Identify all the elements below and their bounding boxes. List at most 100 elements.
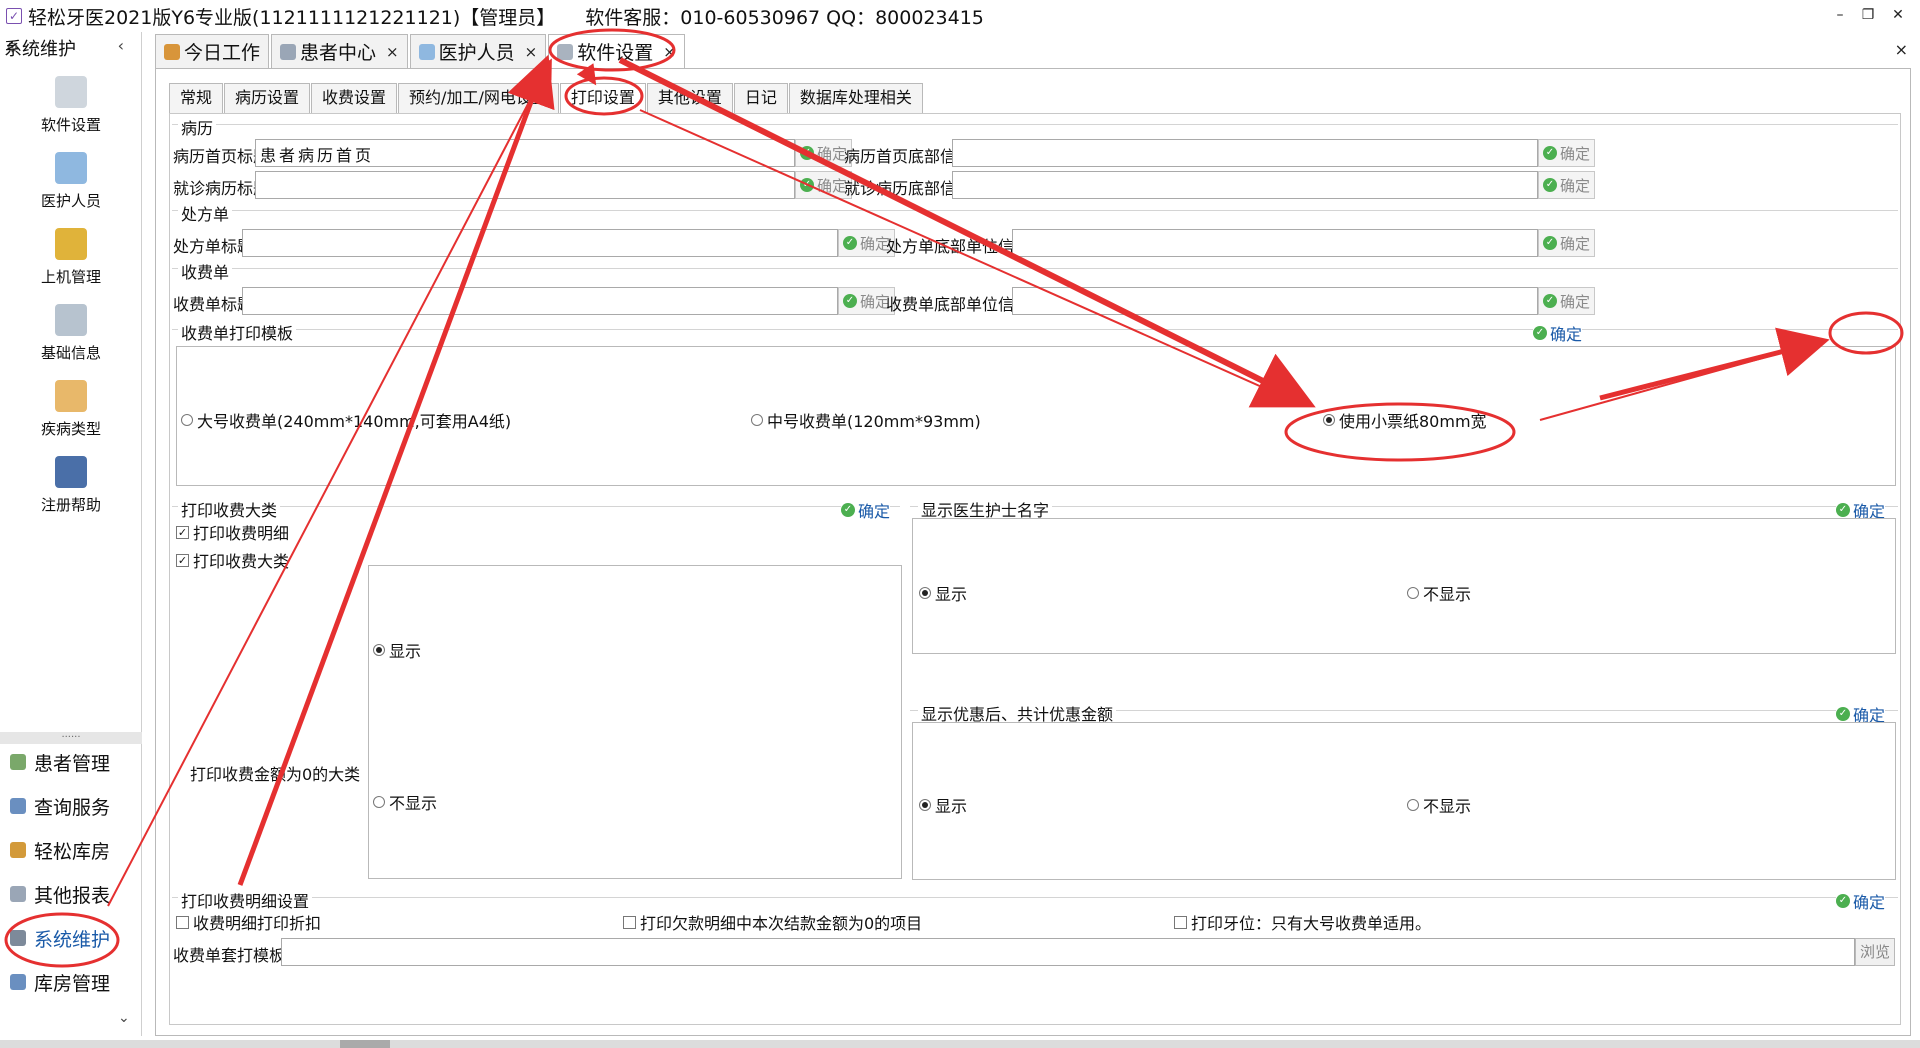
sidebar-splitter[interactable]: ...... [0, 730, 142, 744]
zero-category-show-radio[interactable]: 显示 [373, 638, 421, 662]
detail-settings-ok-button[interactable]: ✓ 确定 [1836, 889, 1886, 913]
ok-label: 确定 [817, 176, 848, 195]
nav-item-patient-management[interactable]: 患者管理 [0, 744, 142, 780]
close-icon[interactable]: × [386, 43, 399, 61]
print-detail-checkbox[interactable]: ✓ 打印收费明细 [176, 520, 289, 544]
tab-software-settings[interactable]: 软件设置 × [548, 34, 685, 68]
prescription-footer-input[interactable] [1012, 229, 1538, 257]
tab-patient-center[interactable]: 患者中心 × [271, 34, 408, 68]
subtab-other[interactable]: 其他设置 [646, 83, 733, 113]
tab-label: 患者中心 [300, 42, 377, 64]
check-icon: ✓ [800, 146, 814, 160]
nav-item-other-reports[interactable]: 其他报表 [0, 876, 142, 912]
tab-label: 今日工作 [184, 42, 261, 64]
receipt-template-path-input[interactable] [281, 938, 1855, 966]
check-icon: ✓ [843, 236, 857, 250]
sidebar-item-software-settings[interactable]: 软件设置 [0, 76, 142, 148]
storage-icon [10, 974, 26, 990]
prescription-title-input[interactable] [242, 229, 838, 257]
zero-category-hide-radio[interactable]: 不显示 [373, 790, 437, 814]
scrollbar-thumb[interactable] [340, 1040, 390, 1048]
receipt-footer-ok-button[interactable]: ✓ 确定 [1538, 287, 1596, 315]
gear-icon [10, 930, 26, 946]
receipt-footer-input[interactable] [1012, 287, 1538, 315]
radio-circle [373, 796, 385, 808]
print-category-checkbox[interactable]: ✓ 打印收费大类 [176, 548, 289, 572]
doctor-name-show-radio[interactable]: 显示 [919, 581, 967, 605]
nav-item-label: 轻松库房 [34, 840, 111, 863]
sidebar: ⚙ 系统维护 ‹ 软件设置 医护人员 上机管理 基础信息 疾病类型 注册帮助 .… [0, 32, 142, 1036]
sidebar-item-disease-types[interactable]: 疾病类型 [0, 380, 142, 452]
subtab-appointment[interactable]: 预约/加工/网电设置 [398, 83, 559, 113]
doctor-name-hide-radio[interactable]: 不显示 [1407, 581, 1471, 605]
radio-circle [373, 644, 385, 656]
section-title-prescription: 处方单 [178, 201, 233, 225]
sidebar-item-label: 注册帮助 [40, 496, 101, 514]
section-divider [172, 268, 1898, 269]
prescription-footer-ok-button[interactable]: ✓ 确定 [1538, 229, 1596, 257]
receipt-template-label: 收费单套打模板 [173, 946, 286, 965]
doctor-name-group: 显示 不显示 [912, 518, 1896, 654]
subtab-database[interactable]: 数据库处理相关 [788, 83, 923, 113]
visit-title-input[interactable] [255, 171, 795, 199]
receipt-footer-label: 收费单底部单位信息 [886, 295, 1031, 314]
subtab-charge[interactable]: 收费设置 [311, 83, 398, 113]
nav-item-warehouse[interactable]: 轻松库房 [0, 832, 142, 868]
visit-footer-ok-button[interactable]: ✓ 确定 [1538, 171, 1596, 199]
check-icon: ✓ [1543, 294, 1557, 308]
template-ok-button[interactable]: ✓ 确定 [1533, 321, 1583, 345]
visit-footer-input[interactable] [952, 171, 1538, 199]
template-option-medium[interactable]: 中号收费单(120mm*93mm) [751, 408, 981, 432]
nav-item-storage-management[interactable]: 库房管理 [0, 964, 142, 1000]
close-all-tabs-icon[interactable]: × [1895, 40, 1908, 59]
nav-item-label: 系统维护 [34, 928, 111, 951]
close-icon[interactable]: × [525, 43, 538, 61]
horizontal-scrollbar[interactable] [0, 1040, 1920, 1048]
checkbox-label: 打印收费明细 [193, 524, 290, 543]
home-footer-ok-button[interactable]: ✓ 确定 [1538, 139, 1596, 167]
radio-circle [751, 414, 763, 426]
print-zero-debt-checkbox[interactable]: 打印欠款明细中本次结款金额为0的项目 [623, 910, 922, 934]
tab-staff[interactable]: 医护人员 × [409, 34, 547, 68]
sidebar-item-label: 基础信息 [40, 344, 101, 362]
lock-icon [55, 228, 87, 260]
nav-item-system-maintenance[interactable]: 系统维护 [0, 920, 142, 956]
print-tooth-position-checkbox[interactable]: 打印牙位：只有大号收费单适用。 [1174, 910, 1431, 934]
sidebar-item-label: 医护人员 [40, 192, 101, 210]
receipt-title-input[interactable] [242, 287, 838, 315]
discount-hide-radio[interactable]: 不显示 [1407, 793, 1471, 817]
check-icon: ✓ [1543, 236, 1557, 250]
radio-circle [181, 414, 193, 426]
close-window-button[interactable]: ✕ [1885, 4, 1911, 26]
checkbox-unchecked [623, 915, 636, 929]
discount-show-radio[interactable]: 显示 [919, 793, 967, 817]
sidebar-item-basic-info[interactable]: 基础信息 [0, 304, 142, 376]
close-icon[interactable]: × [663, 43, 676, 61]
subtab-diary[interactable]: 日记 [733, 83, 788, 113]
home-footer-input[interactable] [952, 139, 1538, 167]
print-category-ok-button[interactable]: ✓ 确定 [841, 498, 891, 522]
checkbox-label: 打印牙位：只有大号收费单适用。 [1191, 914, 1432, 933]
checkbox-checked: ✓ [176, 553, 189, 567]
radio-label: 显示 [389, 642, 422, 661]
collapse-icon[interactable]: ‹ [118, 36, 124, 55]
home-title-input[interactable]: 患者病历首页 [255, 139, 795, 167]
sidebar-item-register-help[interactable]: 注册帮助 [0, 456, 142, 528]
print-discount-checkbox[interactable]: 收费明细打印折扣 [176, 910, 321, 934]
tab-today-work[interactable]: 今日工作 [155, 34, 270, 68]
check-icon: ✓ [800, 178, 814, 192]
tree-icon [55, 380, 87, 412]
template-option-small-receipt[interactable]: 使用小票纸80mm宽 [1323, 408, 1487, 432]
nav-item-query-service[interactable]: 查询服务 [0, 788, 142, 824]
sidebar-item-login-management[interactable]: 上机管理 [0, 228, 142, 300]
tab-label: 医护人员 [438, 42, 515, 64]
sidebar-item-staff[interactable]: 医护人员 [0, 152, 142, 224]
restore-button[interactable]: ❐ [1855, 4, 1881, 26]
template-option-large[interactable]: 大号收费单(240mm*140mm,可套用A4纸) [181, 408, 511, 432]
chevron-down-icon[interactable]: ⌄ [118, 1010, 130, 1026]
subtab-print[interactable]: 打印设置 [559, 83, 646, 113]
subtab-medical-record[interactable]: 病历设置 [224, 83, 311, 113]
browse-button[interactable]: 浏览 [1855, 938, 1895, 966]
subtab-general[interactable]: 常规 [169, 83, 224, 113]
minimize-button[interactable]: – [1827, 4, 1853, 26]
